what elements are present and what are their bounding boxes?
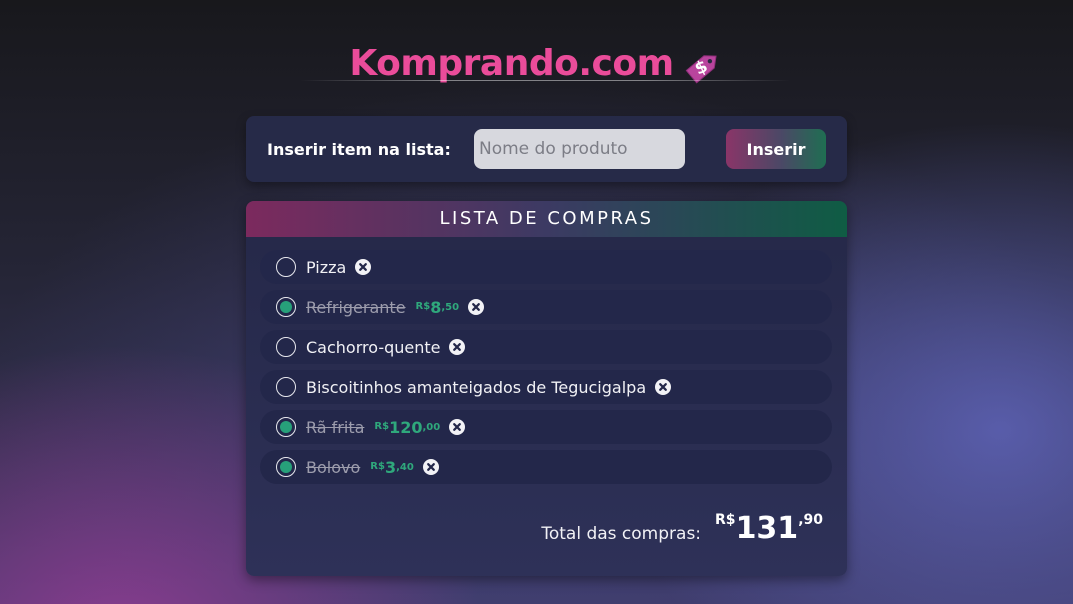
list-item: Cachorro-quente bbox=[260, 330, 832, 364]
product-name-input[interactable] bbox=[474, 129, 685, 169]
close-circle-icon[interactable] bbox=[422, 459, 439, 475]
item-name: Rã frita bbox=[306, 417, 365, 437]
total-value: R$131,90 bbox=[715, 511, 823, 546]
price-tag-icon: $ bbox=[685, 55, 717, 84]
item-price-integer: 8 bbox=[430, 297, 442, 317]
list-item: Pizza bbox=[260, 250, 832, 284]
item-price-cents: ,50 bbox=[441, 301, 460, 313]
list-item: Rã frita R$120,00 bbox=[260, 410, 832, 444]
item-checkbox[interactable] bbox=[276, 337, 296, 357]
insert-label: Inserir item na lista: bbox=[267, 140, 451, 159]
item-price-cents: ,40 bbox=[396, 461, 414, 473]
item-price-integer: 120 bbox=[389, 417, 423, 437]
insert-form: Inserir item na lista: Inserir bbox=[246, 116, 847, 182]
item-checkbox[interactable] bbox=[276, 257, 296, 277]
item-checkbox[interactable] bbox=[276, 297, 296, 317]
item-price: R$8,50 bbox=[416, 298, 460, 317]
item-name: Cachorro-quente bbox=[306, 337, 441, 357]
total-integer: 131 bbox=[735, 511, 799, 546]
close-circle-icon[interactable] bbox=[449, 419, 466, 435]
item-checkbox[interactable] bbox=[276, 377, 296, 397]
total-label: Total das compras: bbox=[541, 524, 702, 544]
item-checkbox[interactable] bbox=[276, 457, 296, 477]
shopping-list: LISTA DE COMPRAS Pizza Refrigerante R$8,… bbox=[246, 201, 847, 576]
total-cents: ,90 bbox=[798, 512, 823, 528]
total-row: Total das compras: R$131,90 bbox=[541, 511, 823, 546]
item-price-currency: R$ bbox=[415, 300, 431, 312]
item-name: Bolovo bbox=[306, 457, 361, 477]
item-price-currency: R$ bbox=[370, 460, 385, 472]
item-price-currency: R$ bbox=[374, 420, 390, 432]
item-name: Biscoitinhos amanteigados de Tegucigalpa bbox=[306, 377, 647, 397]
item-checkbox[interactable] bbox=[276, 417, 296, 437]
insert-button[interactable]: Inserir bbox=[726, 129, 826, 169]
close-circle-icon[interactable] bbox=[468, 299, 485, 315]
list-item: Bolovo R$3,40 bbox=[260, 450, 832, 484]
item-price-integer: 3 bbox=[384, 457, 397, 477]
total-currency: R$ bbox=[715, 512, 736, 528]
item-price: R$3,40 bbox=[370, 458, 414, 477]
item-price-cents: ,00 bbox=[422, 421, 441, 433]
item-name: Pizza bbox=[306, 257, 347, 277]
list-item: Biscoitinhos amanteigados de Tegucigalpa bbox=[260, 370, 832, 404]
list-title: LISTA DE COMPRAS bbox=[246, 201, 847, 237]
close-circle-icon[interactable] bbox=[655, 379, 672, 395]
item-name: Refrigerante bbox=[306, 297, 406, 317]
item-price: R$120,00 bbox=[374, 418, 440, 437]
item-list: Pizza Refrigerante R$8,50 Cachorro-quent… bbox=[260, 250, 832, 490]
close-circle-icon[interactable] bbox=[355, 259, 372, 275]
header-divider bbox=[300, 80, 790, 81]
list-item: Refrigerante R$8,50 bbox=[260, 290, 832, 324]
close-circle-icon[interactable] bbox=[449, 339, 466, 355]
